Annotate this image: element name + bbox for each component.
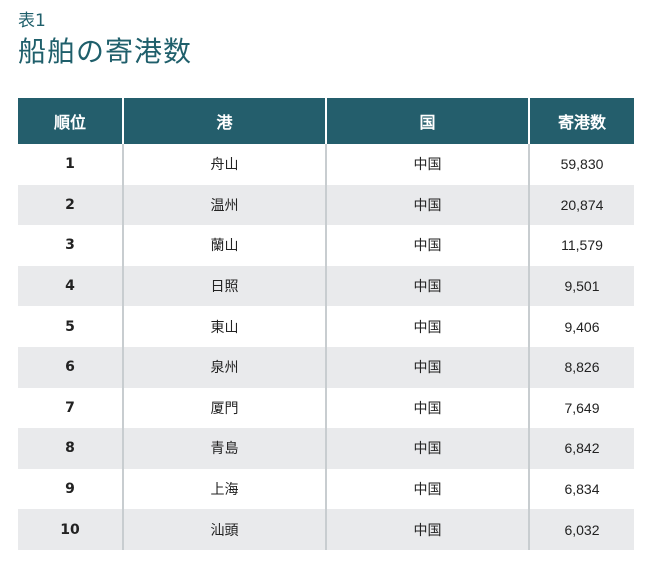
cell-port: 東山 (122, 306, 326, 347)
cell-count: 9,406 (528, 306, 634, 347)
table-row: 2 温州 中国 20,874 (18, 184, 634, 226)
cell-port: 青島 (122, 428, 326, 469)
cell-count: 59,830 (528, 144, 634, 185)
cell-rank: 2 (18, 184, 123, 226)
cell-count: 20,874 (528, 184, 634, 226)
header-rank: 順位 (18, 98, 123, 144)
cell-rank: 1 (18, 144, 123, 185)
cell-port: 温州 (122, 184, 326, 226)
cell-country: 中国 (325, 184, 529, 226)
table-row: 9 上海 中国 6,834 (18, 468, 634, 510)
cell-rank: 10 (18, 509, 123, 550)
cell-port: 上海 (122, 468, 326, 510)
cell-country: 中国 (325, 144, 529, 185)
cell-port: 厦門 (122, 387, 326, 429)
table-row: 6 泉州 中国 8,826 (18, 346, 634, 388)
table-row: 4 日照 中国 9,501 (18, 265, 634, 307)
cell-rank: 7 (18, 387, 123, 429)
cell-port: 蘭山 (122, 225, 326, 266)
cell-rank: 3 (18, 225, 123, 266)
cell-count: 8,826 (528, 346, 634, 388)
header-count: 寄港数 (528, 98, 634, 144)
cell-count: 6,834 (528, 468, 634, 510)
header-port: 港 (122, 98, 326, 144)
table-row: 7 厦門 中国 7,649 (18, 387, 634, 429)
cell-country: 中国 (325, 225, 529, 266)
page-title: 船舶の寄港数 (18, 35, 193, 68)
cell-rank: 9 (18, 468, 123, 510)
table-row: 5 東山 中国 9,406 (18, 306, 634, 347)
cell-count: 6,842 (528, 428, 634, 469)
cell-count: 7,649 (528, 387, 634, 429)
port-calls-table: 順位 港 国 寄港数 1 舟山 中国 59,830 2 温州 中国 20,874… (18, 98, 634, 550)
cell-port: 日照 (122, 265, 326, 307)
cell-rank: 6 (18, 346, 123, 388)
cell-country: 中国 (325, 265, 529, 307)
table-row: 10 汕頭 中国 6,032 (18, 509, 634, 550)
cell-country: 中国 (325, 509, 529, 550)
cell-count: 11,579 (528, 225, 634, 266)
cell-country: 中国 (325, 346, 529, 388)
cell-rank: 4 (18, 265, 123, 307)
cell-port: 舟山 (122, 144, 326, 185)
cell-count: 6,032 (528, 509, 634, 550)
cell-rank: 5 (18, 306, 123, 347)
cell-country: 中国 (325, 468, 529, 510)
cell-country: 中国 (325, 306, 529, 347)
table-row: 3 蘭山 中国 11,579 (18, 225, 634, 266)
cell-rank: 8 (18, 428, 123, 469)
header-country: 国 (325, 98, 529, 144)
cell-port: 泉州 (122, 346, 326, 388)
table-header-row: 順位 港 国 寄港数 (18, 98, 634, 144)
table-row: 8 青島 中国 6,842 (18, 428, 634, 469)
cell-country: 中国 (325, 387, 529, 429)
cell-port: 汕頭 (122, 509, 326, 550)
table-row: 1 舟山 中国 59,830 (18, 144, 634, 185)
cell-country: 中国 (325, 428, 529, 469)
cell-count: 9,501 (528, 265, 634, 307)
table-number-label: 表1 (18, 11, 46, 31)
